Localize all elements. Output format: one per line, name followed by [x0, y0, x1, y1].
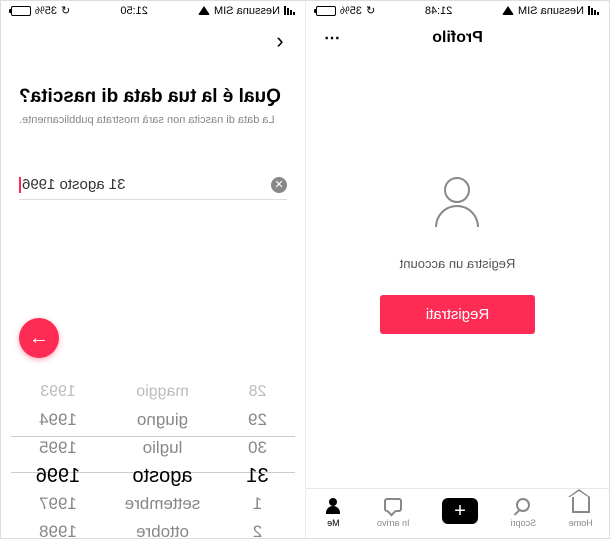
battery-percent: 35% [340, 5, 362, 17]
register-prompt: Registra un account [400, 256, 516, 271]
battery-percent: 35% [35, 5, 57, 17]
clear-icon[interactable]: ✕ [271, 177, 287, 193]
birthdate-screen: Nessuna SIM 21:50 ↺ 35% ‹ Qual é la tua … [1, 1, 305, 538]
picker-day-column[interactable]: 28 29 30 31 1 2 3 [210, 378, 305, 538]
battery-icon [11, 6, 31, 16]
tab-bar: Home Scopri + In arrivo Me [306, 488, 609, 538]
carrier-label: Nessuna SIM [214, 5, 280, 17]
question-title: Qual é la tua data di nascita? [19, 86, 287, 108]
profile-screen: Nessuna SIM 21:48 ↺ 35% Profilo ⋯ Regist… [305, 1, 609, 538]
wifi-icon [198, 6, 210, 15]
tab-inbox[interactable]: In arrivo [377, 494, 410, 528]
back-icon[interactable]: ‹ [269, 28, 291, 54]
signal-icon [284, 6, 295, 15]
picker-month-column[interactable]: maggio giugno luglio agosto settembre ot… [115, 378, 210, 538]
tab-create[interactable]: + [442, 498, 478, 524]
nav-bar: ‹ [1, 20, 305, 62]
status-bar: Nessuna SIM 21:50 ↺ 35% [1, 1, 305, 20]
register-button[interactable]: Registrati [380, 295, 535, 334]
next-button[interactable]: → [19, 318, 59, 358]
question-subtitle: La data di nascita non sarà mostrata pub… [19, 114, 287, 126]
tab-discover[interactable]: Scopri [511, 494, 537, 528]
picker-year-column[interactable]: 1993 1994 1995 1996 1997 1998 1999 [1, 378, 115, 538]
clock: 21:50 [120, 5, 148, 17]
battery-icon [316, 6, 336, 16]
wifi-icon [502, 6, 514, 15]
birthdate-input[interactable]: ✕ 31 agosto 1996 [19, 170, 287, 200]
tab-me[interactable]: Me [322, 494, 344, 528]
avatar-placeholder-icon [422, 166, 494, 238]
clock: 21:48 [425, 5, 453, 17]
nav-bar: Profilo ⋯ [306, 20, 609, 56]
tab-home[interactable]: Home [569, 494, 593, 528]
carrier-label: Nessuna SIM [518, 5, 584, 17]
more-icon[interactable]: ⋯ [320, 28, 342, 48]
page-title: Profilo [342, 29, 573, 47]
signal-icon [588, 6, 599, 15]
date-picker[interactable]: 28 29 30 31 1 2 3 maggio giugno luglio a… [1, 378, 305, 538]
status-bar: Nessuna SIM 21:48 ↺ 35% [306, 1, 609, 20]
